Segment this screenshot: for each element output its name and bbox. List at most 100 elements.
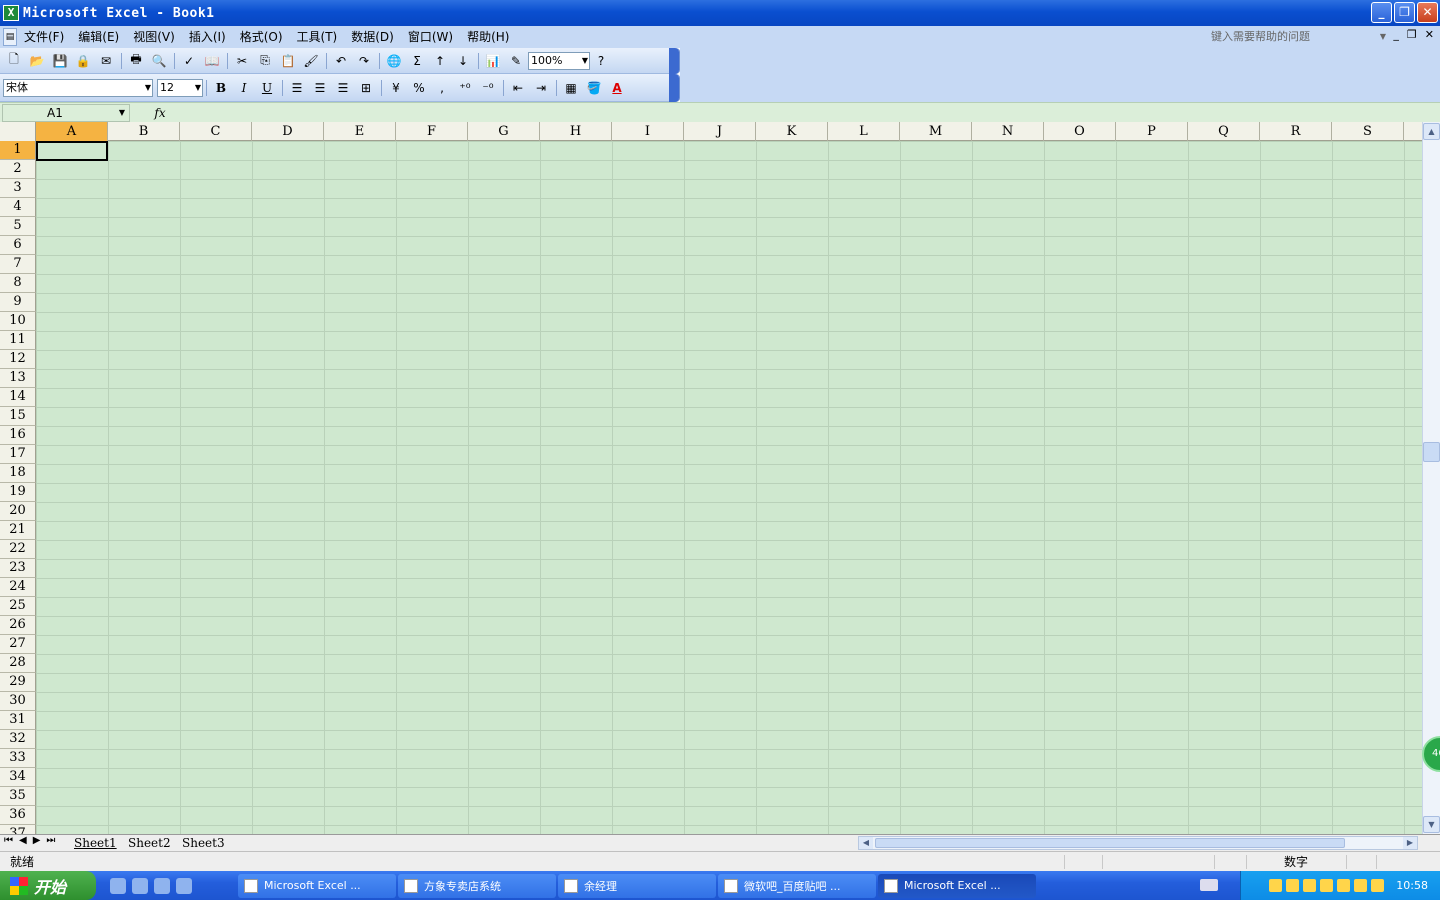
chart-wizard-icon[interactable]: 📊 [482, 51, 504, 71]
row-header-15[interactable]: 15 [0, 407, 36, 426]
menu-format[interactable]: 格式(O) [233, 27, 290, 47]
spelling-icon[interactable]: ✓ [178, 51, 200, 71]
row-header-4[interactable]: 4 [0, 198, 36, 217]
copy-icon[interactable]: ⎘ [254, 51, 276, 71]
row-header-12[interactable]: 12 [0, 350, 36, 369]
prev-sheet-icon[interactable]: ◀ [19, 835, 33, 846]
research-icon[interactable]: 📖 [201, 51, 223, 71]
column-header-c[interactable]: C [180, 122, 252, 141]
doc-minimize-button[interactable]: _ [1393, 28, 1399, 41]
bold-button[interactable]: B [210, 78, 232, 98]
increase-indent-icon[interactable]: ⇥ [530, 78, 552, 98]
undo-icon[interactable]: ↶ [330, 51, 352, 71]
task-baidu-tieba[interactable]: 微软吧_百度贴吧 ... [718, 873, 876, 898]
row-header-10[interactable]: 10 [0, 312, 36, 331]
select-all-corner[interactable] [0, 122, 36, 141]
cell-grid[interactable] [36, 141, 1422, 834]
chevron-down-icon[interactable]: ▼ [119, 105, 125, 121]
row-header-25[interactable]: 25 [0, 597, 36, 616]
decrease-indent-icon[interactable]: ⇤ [507, 78, 529, 98]
name-box[interactable]: A1 ▼ [2, 103, 130, 122]
horizontal-scrollbar[interactable]: ◀ ▶ [858, 836, 1418, 850]
format-painter-icon[interactable]: 🖌 [300, 51, 322, 71]
toolbar-options-grip[interactable] [669, 47, 679, 74]
comma-button[interactable]: , [431, 78, 453, 98]
increase-decimal-icon[interactable]: ⁺⁰ [454, 78, 476, 98]
column-header-l[interactable]: L [828, 122, 900, 141]
first-sheet-icon[interactable]: ⏮ [4, 835, 19, 846]
row-header-32[interactable]: 32 [0, 730, 36, 749]
last-sheet-icon[interactable]: ⏭ [46, 835, 61, 846]
print-preview-icon[interactable]: 🔍 [148, 51, 170, 71]
active-cell-a1[interactable] [36, 141, 108, 161]
row-header-2[interactable]: 2 [0, 160, 36, 179]
close-button[interactable]: ✕ [1417, 2, 1438, 23]
toolbar-options-grip[interactable] [669, 73, 679, 102]
row-header-23[interactable]: 23 [0, 559, 36, 578]
menu-data[interactable]: 数据(D) [344, 27, 401, 47]
ie-icon[interactable] [132, 877, 148, 894]
row-header-14[interactable]: 14 [0, 388, 36, 407]
outlook-icon[interactable] [154, 877, 170, 894]
tray-icon[interactable] [1303, 879, 1317, 892]
row-header-8[interactable]: 8 [0, 274, 36, 293]
scroll-down-icon[interactable]: ▼ [1423, 816, 1440, 833]
column-header-r[interactable]: R [1260, 122, 1332, 141]
menu-window[interactable]: 窗口(W) [401, 27, 460, 47]
zoom-select[interactable]: 100% ▼ [528, 51, 590, 70]
hyperlink-icon[interactable]: 🌐 [383, 51, 405, 71]
menu-file[interactable]: 文件(F) [17, 27, 71, 47]
doc-close-button[interactable]: ✕ [1425, 28, 1434, 41]
row-header-5[interactable]: 5 [0, 217, 36, 236]
column-header-e[interactable]: E [324, 122, 396, 141]
insert-function-icon[interactable]: fx [130, 106, 190, 120]
email-icon[interactable]: ✉ [95, 51, 117, 71]
sort-ascending-icon[interactable]: ↑ [429, 51, 451, 71]
column-header-q[interactable]: Q [1188, 122, 1260, 141]
paste-icon[interactable]: 📋 [277, 51, 299, 71]
formula-input[interactable] [190, 104, 1440, 122]
menu-help[interactable]: 帮助(H) [460, 27, 516, 47]
column-header-s[interactable]: S [1332, 122, 1404, 141]
next-sheet-icon[interactable]: ▶ [33, 835, 47, 846]
row-header-6[interactable]: 6 [0, 236, 36, 255]
row-header-34[interactable]: 34 [0, 768, 36, 787]
keyboard-icon[interactable] [1200, 879, 1218, 891]
open-icon[interactable]: 📂 [26, 51, 48, 71]
task-store-system[interactable]: 方象专卖店系统 [398, 873, 556, 898]
row-header-13[interactable]: 13 [0, 369, 36, 388]
tray-icon[interactable] [1269, 879, 1283, 892]
column-header-h[interactable]: H [540, 122, 612, 141]
column-header-o[interactable]: O [1044, 122, 1116, 141]
tray-icon[interactable] [1320, 879, 1334, 892]
column-header-p[interactable]: P [1116, 122, 1188, 141]
borders-icon[interactable]: ▦ [560, 78, 582, 98]
row-header-1[interactable]: 1 [0, 141, 36, 160]
clock[interactable]: 10:58 [1396, 879, 1428, 892]
tab-navigation[interactable]: ⏮◀▶⏭ [4, 835, 61, 846]
save-icon[interactable]: 💾 [49, 51, 71, 71]
tray-icon[interactable] [1354, 879, 1368, 892]
vertical-scroll-thumb[interactable] [1423, 442, 1440, 462]
redo-icon[interactable]: ↷ [353, 51, 375, 71]
row-header-28[interactable]: 28 [0, 654, 36, 673]
row-header-21[interactable]: 21 [0, 521, 36, 540]
cut-icon[interactable]: ✂ [231, 51, 253, 71]
row-header-22[interactable]: 22 [0, 540, 36, 559]
scroll-right-icon[interactable]: ▶ [1403, 837, 1417, 849]
row-header-20[interactable]: 20 [0, 502, 36, 521]
row-header-30[interactable]: 30 [0, 692, 36, 711]
row-header-29[interactable]: 29 [0, 673, 36, 692]
column-header-m[interactable]: M [900, 122, 972, 141]
column-header-k[interactable]: K [756, 122, 828, 141]
row-header-17[interactable]: 17 [0, 445, 36, 464]
row-header-19[interactable]: 19 [0, 483, 36, 502]
help-icon[interactable]: ? [590, 51, 612, 71]
scroll-up-icon[interactable]: ▲ [1423, 123, 1440, 140]
media-icon[interactable] [176, 877, 192, 894]
tray-icon[interactable] [1371, 879, 1385, 892]
row-header-37[interactable]: 37 [0, 825, 36, 834]
column-header-j[interactable]: J [684, 122, 756, 141]
horizontal-scroll-thumb[interactable] [875, 838, 1345, 848]
row-header-18[interactable]: 18 [0, 464, 36, 483]
